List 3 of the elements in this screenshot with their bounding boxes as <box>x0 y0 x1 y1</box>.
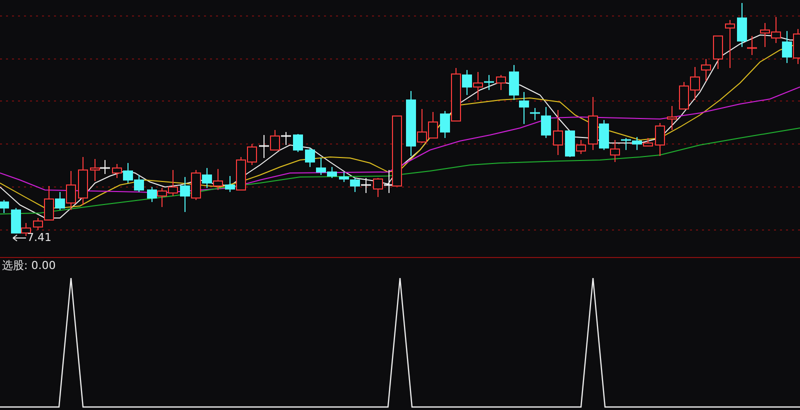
indicator-label: 选股: 0.00 <box>1 258 56 273</box>
low-price-label: 7.41 <box>27 232 52 244</box>
left-arrow-icon <box>12 234 26 242</box>
